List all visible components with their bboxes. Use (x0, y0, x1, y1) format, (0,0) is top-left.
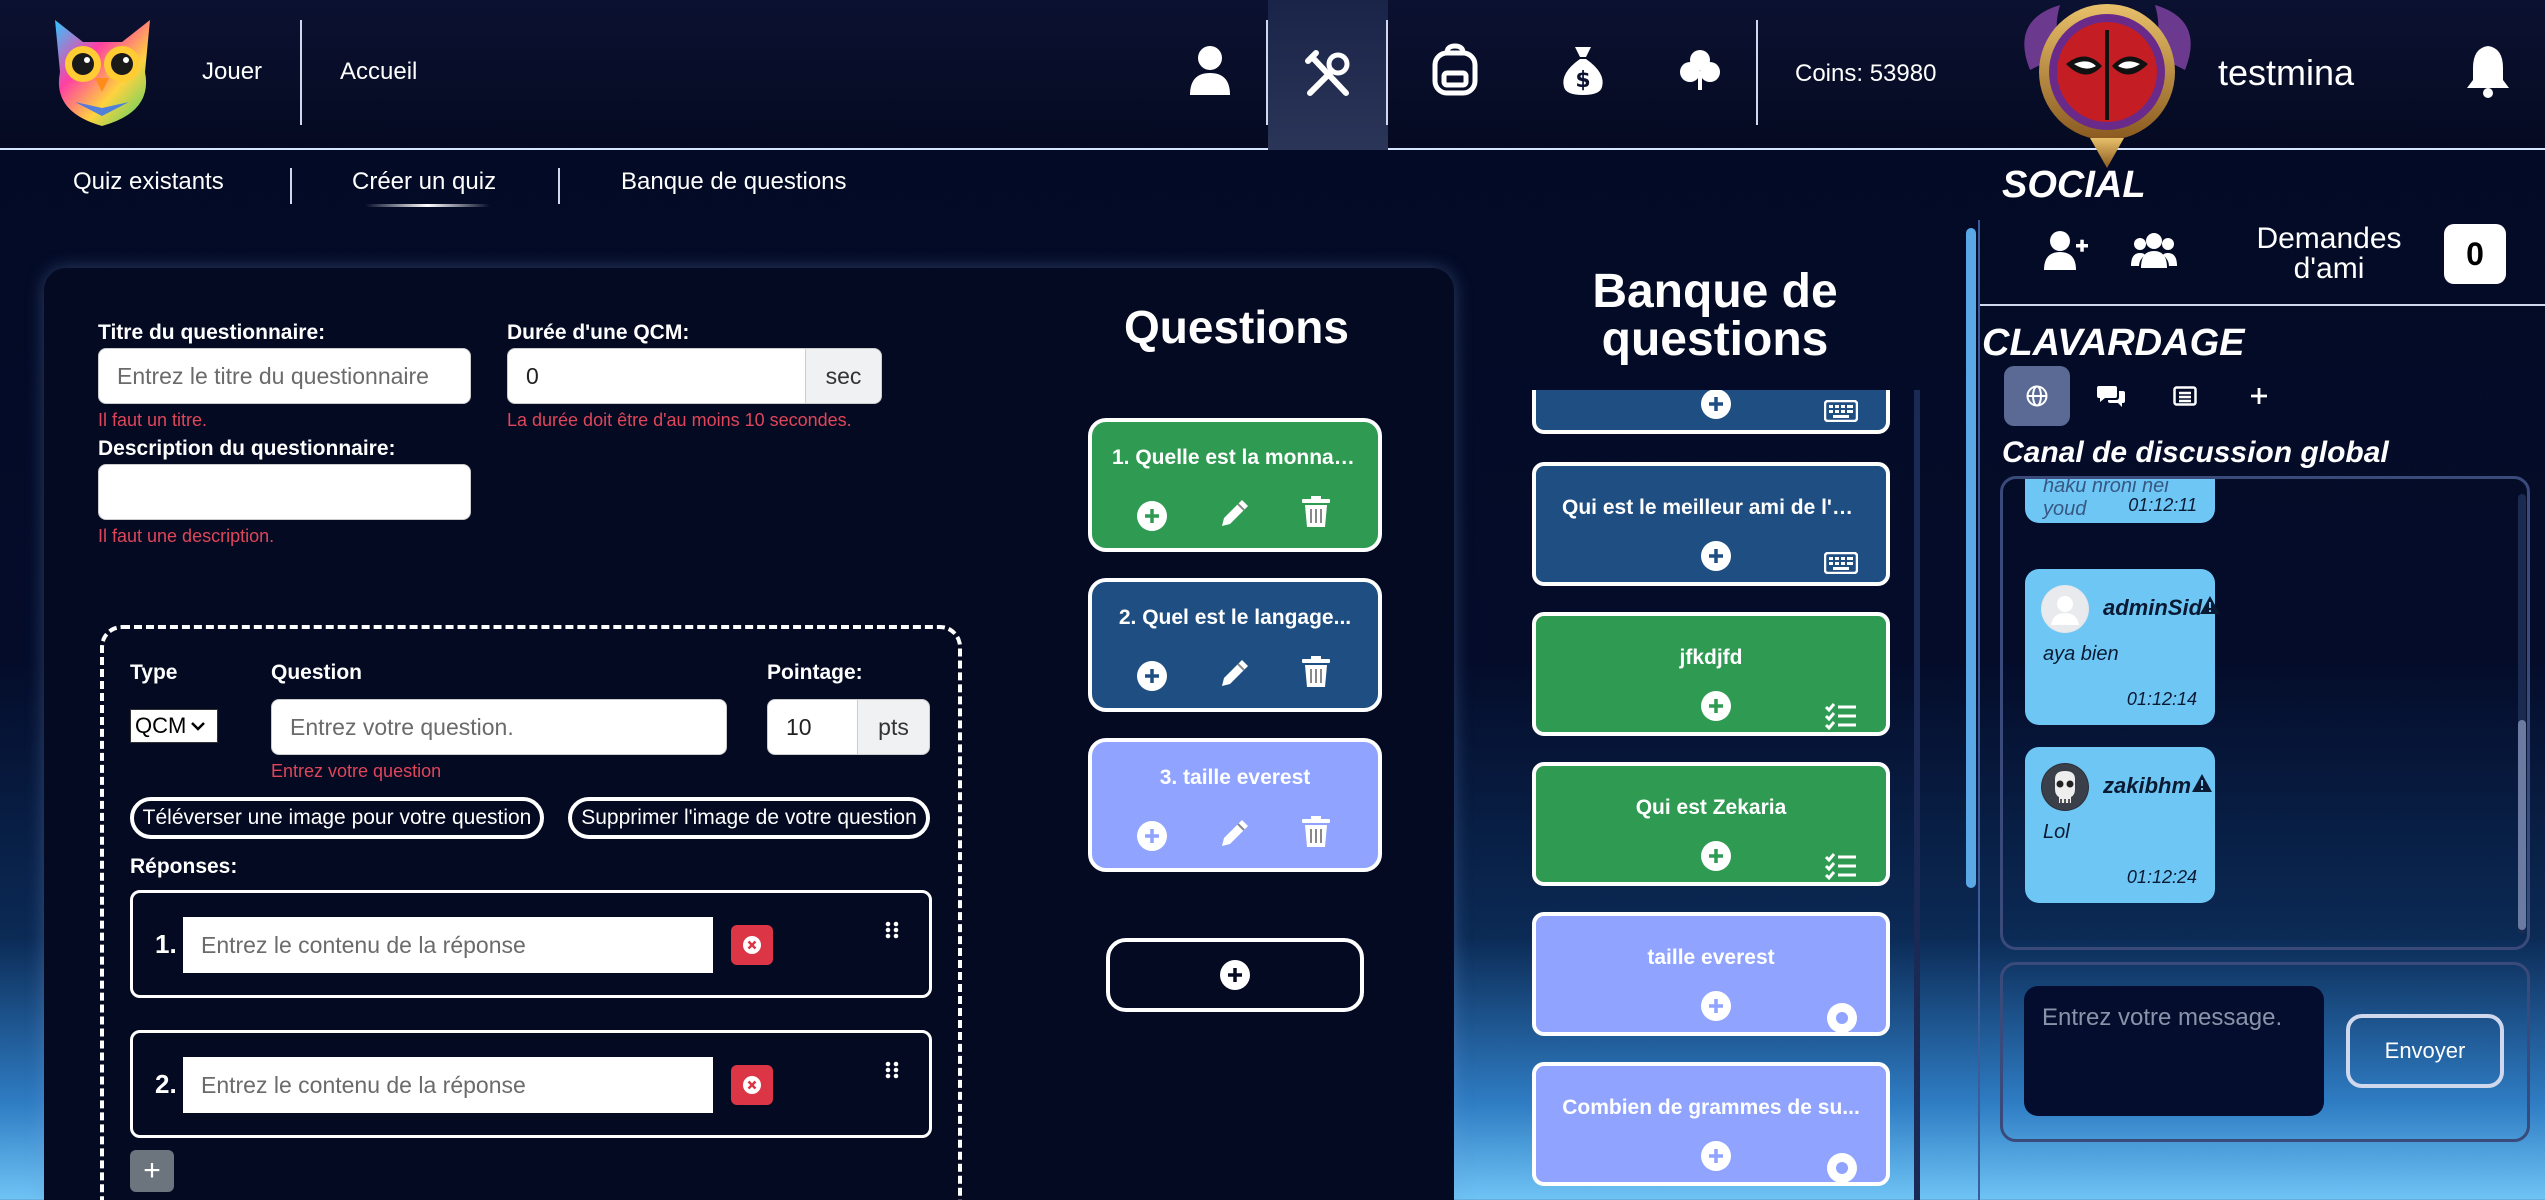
tab-conversations[interactable] (2078, 366, 2144, 426)
title-label: Titre du questionnaire: (98, 321, 326, 344)
plus-icon (2248, 385, 2270, 407)
globe-icon (2026, 385, 2048, 407)
send-button[interactable]: Envoyer (2346, 1014, 2504, 1088)
tab-divider (290, 168, 292, 204)
money-bag-icon[interactable]: $ (1553, 40, 1613, 100)
checklist-icon (1824, 852, 1858, 880)
bank-question-card[interactable]: jfkdjfd (1532, 612, 1890, 736)
warning-icon[interactable] (2199, 595, 2221, 615)
warning-icon[interactable] (2191, 773, 2213, 793)
tab-channel-list[interactable] (2152, 366, 2218, 426)
plus-circle-icon[interactable] (1700, 690, 1732, 722)
top-navbar: Jouer Accueil $ Coins: 53980 testmina (0, 0, 2545, 168)
tab-divider (558, 168, 560, 204)
chat-message: zakibhm Lol 01:12:24 (2025, 747, 2215, 903)
message-time: 01:12:24 (2126, 867, 2197, 887)
plus-circle-icon[interactable] (1700, 1140, 1732, 1172)
coins-counter: Coins: 53980 (1795, 60, 1937, 87)
chat-scrollbar[interactable] (2518, 494, 2526, 934)
avatar[interactable] (2041, 585, 2089, 633)
tab-add-channel[interactable] (2226, 366, 2292, 426)
message-username[interactable]: adminSid (2103, 595, 2202, 621)
nav-divider (1756, 20, 1758, 125)
page-scrollbar[interactable] (1966, 228, 1976, 888)
tab-existing-quizzes[interactable]: Quiz existants (73, 168, 224, 196)
message-time: 01:12:14 (2126, 689, 2197, 709)
plus-circle-icon[interactable] (1700, 990, 1732, 1022)
plus-circle-icon[interactable] (1700, 540, 1732, 572)
clover-icon[interactable] (1670, 40, 1730, 100)
bank-scrollbar[interactable] (1914, 390, 1920, 1200)
message-text: aya bien (2043, 643, 2119, 665)
tab-create-quiz[interactable]: Créer un quiz (352, 168, 496, 196)
message-time: 01:12:11 (2128, 495, 2197, 515)
social-divider (1978, 220, 1980, 1200)
bank-card-title: taille everest (1647, 946, 1775, 969)
keyboard-icon (1824, 400, 1858, 422)
comments-icon (2097, 384, 2125, 408)
tab-global-chat[interactable] (2004, 366, 2070, 426)
nav-home[interactable]: Accueil (340, 58, 417, 86)
chat-messages: haku nroni nei youd 01:12:11 adminSid ay… (2000, 476, 2530, 950)
channel-title: Canal de discussion global (2002, 436, 2389, 469)
username[interactable]: testmina (2218, 52, 2354, 94)
tools-icon[interactable] (1268, 0, 1388, 150)
bank-question-card[interactable]: Qui est le meilleur ami de l'h... (1532, 462, 1890, 586)
plus-circle-icon[interactable] (1700, 390, 1732, 420)
target-icon (1826, 1152, 1858, 1184)
bank-card-title: Combien de grammes de su... (1562, 1096, 1860, 1119)
nav-divider (300, 20, 302, 125)
bank-question-card[interactable] (1532, 390, 1890, 434)
list-icon (2173, 386, 2197, 406)
bank-list: Qui est le meilleur ami de l'h... jfkdjfd… (0, 390, 1930, 1200)
user-icon[interactable] (1180, 40, 1240, 100)
avatar[interactable] (2000, 0, 2215, 170)
add-friend-icon[interactable] (2044, 230, 2088, 270)
chat-message: adminSid aya bien 01:12:14 (2025, 569, 2220, 725)
message-username[interactable]: zakibhm (2103, 773, 2191, 799)
owl-logo[interactable] (45, 12, 160, 130)
nav-divider (1386, 20, 1388, 125)
friend-requests-count[interactable]: 0 (2444, 224, 2506, 284)
active-tab-indicator (365, 204, 490, 207)
social-divider-line (1980, 304, 2545, 306)
message-text: Lol (2043, 821, 2070, 843)
bank-question-card[interactable]: Combien de grammes de su... (1532, 1062, 1890, 1186)
keyboard-icon (1824, 552, 1858, 574)
friends-icon[interactable] (2131, 232, 2177, 268)
nav-play[interactable]: Jouer (202, 58, 262, 86)
checklist-icon (1824, 702, 1858, 730)
svg-text:$: $ (1575, 68, 1590, 93)
avatar[interactable] (2041, 763, 2089, 811)
duration-label: Durée d'une QCM: (507, 321, 690, 344)
plus-circle-icon[interactable] (1700, 840, 1732, 872)
bank-title: Banque de questions (1592, 265, 1838, 366)
bank-card-title: jfkdjfd (1679, 646, 1743, 669)
bell-icon[interactable] (2463, 42, 2513, 98)
bank-question-card[interactable]: taille everest (1532, 912, 1890, 1036)
social-title: SOCIAL (2002, 164, 2146, 206)
tab-question-bank[interactable]: Banque de questions (621, 168, 847, 196)
message-input[interactable]: Entrez votre message. (2024, 986, 2324, 1116)
chat-message: haku nroni nei youd 01:12:11 (2025, 479, 2215, 523)
backpack-icon[interactable] (1425, 40, 1485, 100)
bank-card-title: Qui est le meilleur ami de l'h... (1562, 496, 1863, 519)
chat-title: CLAVARDAGE (1982, 322, 2245, 364)
friend-requests-label: Demandes d'ami (2256, 222, 2402, 285)
bank-question-card[interactable]: Qui est Zekaria (1532, 762, 1890, 886)
questions-title: Questions (1124, 301, 1349, 353)
bank-card-title: Qui est Zekaria (1635, 796, 1787, 819)
target-icon (1826, 1002, 1858, 1034)
